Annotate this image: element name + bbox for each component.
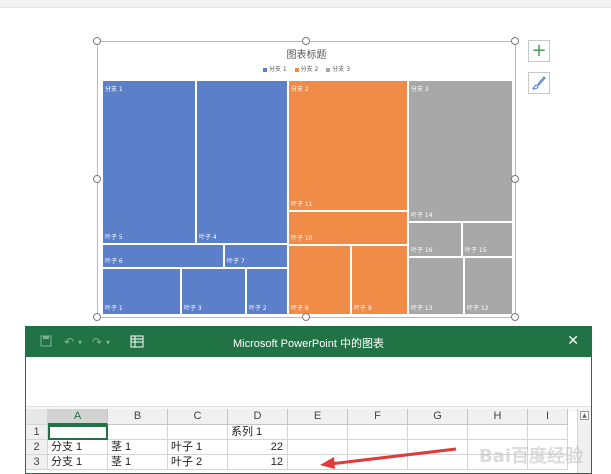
spreadsheet-cell[interactable]: 分支 1 xyxy=(48,455,108,470)
legend-label: 分支 2 xyxy=(300,66,319,73)
spreadsheet-cell[interactable]: 22 xyxy=(228,440,288,455)
chart-styles-button[interactable] xyxy=(528,72,550,94)
spreadsheet-cell[interactable]: 分支 1 xyxy=(48,440,108,455)
spreadsheet-cell[interactable] xyxy=(108,425,168,440)
treemap-tile[interactable]: 叶子 8 xyxy=(288,245,351,315)
leaf-label: 叶子 4 xyxy=(199,234,217,241)
brush-icon xyxy=(532,76,546,90)
column-header[interactable]: E xyxy=(288,409,348,425)
excel-titlebar: ↶ ▾ ↷ ▾ Microsoft PowerPoint 中的图表 ✕ xyxy=(26,327,591,357)
treemap-tile[interactable]: 叶子 7 xyxy=(224,244,288,268)
excel-title: Microsoft PowerPoint 中的图表 xyxy=(233,338,384,350)
scroll-up-arrow-icon[interactable]: ▲ xyxy=(580,411,589,420)
branch-label: 分支 3 xyxy=(411,86,429,93)
leaf-label: 叶子 10 xyxy=(291,235,313,242)
branch-label: 分支 2 xyxy=(291,86,309,93)
leaf-label: 叶子 1 xyxy=(105,305,123,312)
treemap-tile[interactable]: 叶子 3 xyxy=(181,268,246,315)
treemap-tile[interactable]: 叶子 10 xyxy=(288,211,408,245)
chart-legend[interactable]: 分支 1 分支 2 分支 3 xyxy=(98,64,515,73)
spreadsheet-cell[interactable]: 叶子 2 xyxy=(168,455,228,470)
spreadsheet-cell[interactable]: 茎 1 xyxy=(108,440,168,455)
excel-ribbon xyxy=(26,357,591,407)
resize-handle-left[interactable] xyxy=(93,175,101,183)
spreadsheet-cell[interactable] xyxy=(528,425,568,440)
plus-icon: + xyxy=(531,40,547,61)
chart-elements-button[interactable]: + xyxy=(528,40,550,62)
treemap-tile[interactable]: 分支 1 叶子 5 xyxy=(102,80,196,244)
resize-handle-top-right[interactable] xyxy=(511,37,519,45)
legend-swatch xyxy=(262,67,267,72)
spreadsheet-cell[interactable] xyxy=(48,425,108,440)
spreadsheet-cell[interactable]: 系列 1 xyxy=(228,425,288,440)
treemap-plot-area[interactable]: 分支 1 叶子 5 叶子 4 叶子 6 叶子 7 叶子 1 叶子 3 叶子 2 分支 2 叶子 1… xyxy=(102,80,513,315)
leaf-label: 叶子 11 xyxy=(291,201,313,208)
top-bar xyxy=(0,0,611,8)
spreadsheet-cell[interactable] xyxy=(288,425,348,440)
annotation-arrow xyxy=(320,447,457,469)
leaf-label: 叶子 16 xyxy=(411,247,433,254)
screen: 图表标题 分支 1 分支 2 分支 3 分支 1 叶子 5 叶子 4 叶子 6 叶子 7… xyxy=(0,0,611,474)
treemap-chart[interactable]: 图表标题 分支 1 分支 2 分支 3 分支 1 叶子 5 叶子 4 叶子 6 叶子 7… xyxy=(97,41,516,318)
resize-handle-bottom-left[interactable] xyxy=(93,313,101,321)
leaf-label: 叶子 9 xyxy=(354,305,372,312)
treemap-tile[interactable]: 叶子 6 xyxy=(102,244,224,268)
treemap-tile[interactable]: 分支 2 叶子 11 xyxy=(288,80,408,211)
leaf-label: 叶子 13 xyxy=(411,305,433,312)
treemap-tile[interactable]: 叶子 13 xyxy=(408,257,464,315)
leaf-label: 叶子 12 xyxy=(467,305,489,312)
legend-label: 分支 3 xyxy=(332,66,351,73)
treemap-tile[interactable]: 叶子 1 xyxy=(102,268,181,315)
chart-title[interactable]: 图表标题 xyxy=(98,46,515,61)
watermark: Bai百度经验 xyxy=(478,446,583,467)
column-header[interactable]: G xyxy=(408,409,468,425)
resize-handle-top[interactable] xyxy=(302,37,310,45)
spreadsheet-cell[interactable] xyxy=(468,425,528,440)
resize-handle-bottom[interactable] xyxy=(302,313,310,321)
leaf-label: 叶子 2 xyxy=(249,305,267,312)
leaf-label: 叶子 6 xyxy=(105,258,123,265)
spreadsheet-cell[interactable] xyxy=(348,425,408,440)
column-header[interactable]: B xyxy=(108,409,168,425)
column-header[interactable]: H xyxy=(468,409,528,425)
select-all-corner[interactable] xyxy=(26,409,48,425)
spreadsheet-cell[interactable] xyxy=(408,425,468,440)
column-header[interactable]: C xyxy=(168,409,228,425)
spreadsheet-cell[interactable]: 12 xyxy=(228,455,288,470)
resize-handle-right[interactable] xyxy=(511,175,519,183)
leaf-label: 叶子 14 xyxy=(411,212,433,219)
legend-item: 分支 2 xyxy=(294,64,319,73)
treemap-tile[interactable]: 叶子 2 xyxy=(246,268,288,315)
row-header[interactable]: 2 xyxy=(26,440,48,455)
spreadsheet-cell[interactable] xyxy=(168,425,228,440)
legend-label: 分支 1 xyxy=(268,66,287,73)
leaf-label: 叶子 7 xyxy=(227,258,245,265)
row-header[interactable]: 3 xyxy=(26,455,48,470)
column-header[interactable]: F xyxy=(348,409,408,425)
resize-handle-top-left[interactable] xyxy=(93,37,101,45)
treemap-tile[interactable]: 叶子 4 xyxy=(196,80,288,244)
leaf-label: 叶子 8 xyxy=(291,305,309,312)
column-header[interactable]: A xyxy=(48,409,108,425)
treemap-tile[interactable]: 分支 3 叶子 14 xyxy=(408,80,513,222)
treemap-tile[interactable]: 叶子 12 xyxy=(464,257,513,315)
leaf-label: 叶子 3 xyxy=(184,305,202,312)
leaf-label: 叶子 15 xyxy=(465,247,487,254)
branch-label: 分支 1 xyxy=(105,86,123,93)
treemap-tile[interactable]: 叶子 16 xyxy=(408,222,462,257)
spreadsheet-cell[interactable]: 叶子 1 xyxy=(168,440,228,455)
close-icon[interactable]: ✕ xyxy=(567,333,579,349)
treemap-tile[interactable]: 叶子 15 xyxy=(462,222,513,257)
column-header[interactable]: D xyxy=(228,409,288,425)
resize-handle-bottom-right[interactable] xyxy=(511,313,519,321)
treemap-tile[interactable]: 叶子 9 xyxy=(351,245,408,315)
legend-swatch xyxy=(294,67,299,72)
leaf-label: 叶子 5 xyxy=(105,234,123,241)
column-header[interactable]: I xyxy=(528,409,568,425)
legend-item: 分支 1 xyxy=(262,64,287,73)
spreadsheet-cell[interactable]: 茎 1 xyxy=(108,455,168,470)
legend-item: 分支 3 xyxy=(326,64,350,73)
legend-swatch xyxy=(326,67,331,72)
row-header[interactable]: 1 xyxy=(26,425,48,440)
